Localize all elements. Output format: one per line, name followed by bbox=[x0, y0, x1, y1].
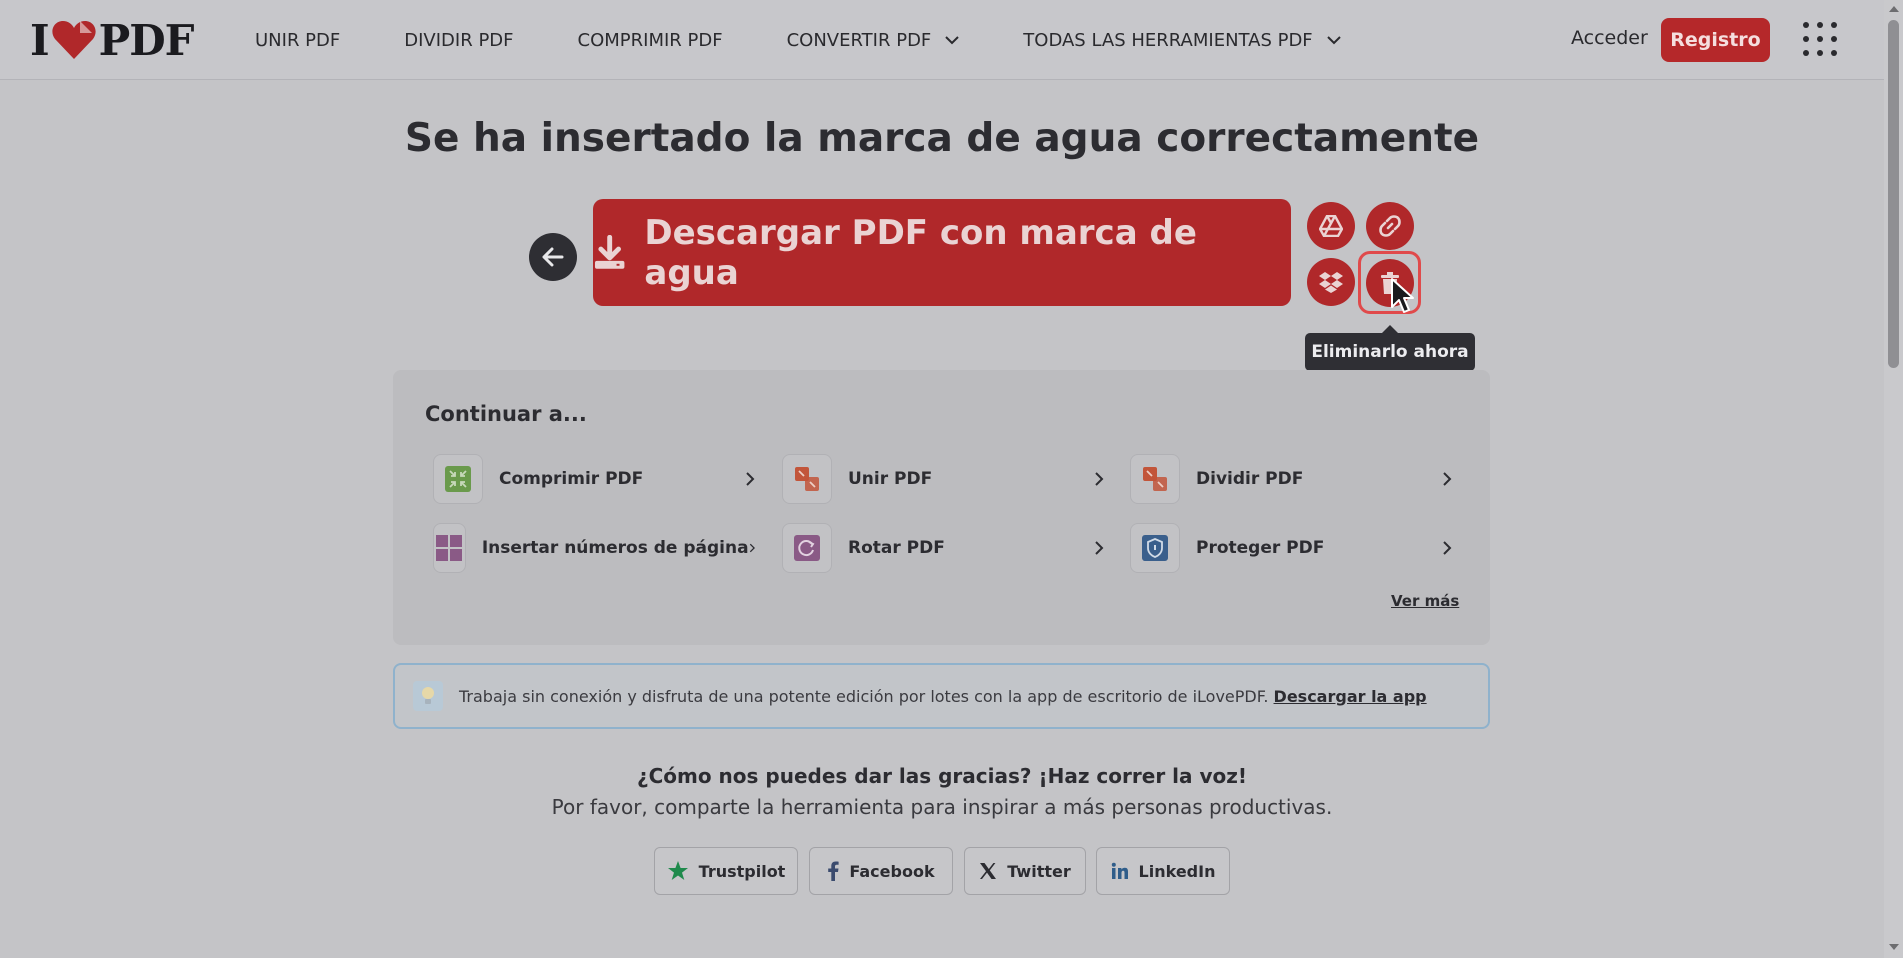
download-icon bbox=[594, 234, 625, 269]
apps-grid-icon[interactable] bbox=[1803, 22, 1837, 56]
chevron-right-icon bbox=[749, 543, 755, 553]
chevron-right-icon bbox=[1095, 472, 1104, 486]
trustpilot-button[interactable]: Trustpilot bbox=[654, 847, 798, 895]
share-heading: ¿Cómo nos puedes dar las gracias? ¡Haz c… bbox=[636, 764, 1247, 788]
share-label: Facebook bbox=[849, 861, 935, 881]
google-drive-icon bbox=[1319, 215, 1343, 237]
desktop-app-banner: Trabaja sin conexión y disfruta de una p… bbox=[393, 663, 1490, 729]
tool-dividir-pdf[interactable]: Dividir PDF bbox=[1130, 454, 1452, 504]
download-app-link[interactable]: Descargar la app bbox=[1274, 687, 1427, 706]
main-nav: UNIR PDF DIVIDIR PDF COMPRIMIR PDF CONVE… bbox=[255, 0, 1405, 80]
see-more-link[interactable]: Ver más bbox=[1391, 592, 1459, 610]
facebook-button[interactable]: Facebook bbox=[809, 847, 953, 895]
twitter-button[interactable]: Twitter bbox=[964, 847, 1086, 895]
share-label: Trustpilot bbox=[698, 861, 786, 881]
page-title: Se ha insertado la marca de agua correct… bbox=[404, 116, 1480, 161]
chevron-down-icon bbox=[945, 36, 959, 45]
tool-label: Dividir PDF bbox=[1196, 469, 1304, 489]
linkedin-icon bbox=[1111, 862, 1128, 879]
tool-label: Rotar PDF bbox=[848, 538, 945, 558]
page-numbers-icon bbox=[433, 523, 466, 573]
nav-unir-pdf[interactable]: UNIR PDF bbox=[255, 30, 340, 51]
nav-all-tools[interactable]: TODAS LAS HERRAMIENTAS PDF bbox=[1023, 29, 1341, 51]
nav-label: DIVIDIR PDF bbox=[404, 29, 514, 51]
download-button[interactable]: Descargar PDF con marca de agua bbox=[593, 199, 1291, 306]
nav-comprimir-pdf[interactable]: COMPRIMIR PDF bbox=[578, 30, 723, 51]
linkedin-button[interactable]: LinkedIn bbox=[1096, 847, 1230, 895]
tool-label: Insertar números de página bbox=[481, 538, 749, 558]
dropbox-button[interactable] bbox=[1307, 258, 1355, 306]
share-label: LinkedIn bbox=[1138, 861, 1216, 881]
logo-word: PDF bbox=[98, 15, 195, 65]
star-icon bbox=[667, 861, 688, 880]
compress-icon bbox=[433, 454, 483, 504]
split-icon bbox=[1130, 454, 1180, 504]
link-icon bbox=[1379, 215, 1401, 237]
google-drive-button[interactable] bbox=[1307, 202, 1355, 250]
login-link[interactable]: Acceder bbox=[1571, 27, 1648, 49]
lightbulb-icon bbox=[413, 681, 443, 711]
nav-label: CONVERTIR PDF bbox=[786, 29, 932, 51]
nav-dividir-pdf[interactable]: DIVIDIR PDF bbox=[404, 30, 513, 51]
ilovepdf-logo[interactable]: I PDF bbox=[30, 15, 195, 65]
delete-tooltip: Eliminarlo ahora bbox=[1305, 325, 1475, 371]
copy-link-button[interactable] bbox=[1366, 202, 1414, 250]
nav-label: UNIR PDF bbox=[255, 29, 341, 51]
tool-proteger-pdf[interactable]: Proteger PDF bbox=[1130, 523, 1452, 573]
mouse-cursor-icon bbox=[1391, 278, 1414, 313]
arrow-left-icon bbox=[542, 247, 564, 267]
banner-message: Trabaja sin conexión y disfruta de una p… bbox=[459, 686, 1269, 706]
tool-unir-pdf[interactable]: Unir PDF bbox=[782, 454, 1104, 504]
download-label: Descargar PDF con marca de agua bbox=[644, 212, 1197, 293]
register-button[interactable]: Registro bbox=[1661, 18, 1770, 62]
chevron-right-icon bbox=[1443, 472, 1452, 486]
banner-text: Trabaja sin conexión y disfruta de una p… bbox=[459, 687, 1427, 706]
rotate-icon bbox=[782, 523, 832, 573]
scroll-down-arrow-icon[interactable] bbox=[1889, 944, 1899, 950]
tool-label: Comprimir PDF bbox=[499, 469, 644, 489]
tool-label: Proteger PDF bbox=[1196, 538, 1325, 558]
heart-icon bbox=[52, 21, 96, 59]
chevron-right-icon bbox=[746, 472, 755, 486]
share-subtitle: Por favor, comparte la herramienta para … bbox=[551, 795, 1333, 819]
continue-card: Continuar a... Comprimir PDF Unir PDF Di… bbox=[393, 370, 1490, 645]
shield-icon bbox=[1130, 523, 1180, 573]
tool-label: Unir PDF bbox=[848, 469, 933, 489]
dropbox-icon bbox=[1319, 272, 1343, 293]
tool-comprimir-pdf[interactable]: Comprimir PDF bbox=[433, 454, 755, 504]
chevron-right-icon bbox=[1443, 541, 1452, 555]
tool-insertar-numeros[interactable]: Insertar números de página bbox=[433, 523, 755, 573]
scrollbar[interactable] bbox=[1884, 0, 1903, 958]
chevron-right-icon bbox=[1095, 541, 1104, 555]
facebook-icon bbox=[828, 861, 839, 881]
nav-label: TODAS LAS HERRAMIENTAS PDF bbox=[1023, 29, 1313, 51]
tool-rotar-pdf[interactable]: Rotar PDF bbox=[782, 523, 1104, 573]
nav-convertir-pdf[interactable]: CONVERTIR PDF bbox=[787, 30, 960, 51]
share-label: Twitter bbox=[1007, 861, 1071, 881]
scroll-thumb[interactable] bbox=[1888, 20, 1899, 368]
scroll-up-arrow-icon[interactable] bbox=[1889, 6, 1899, 12]
merge-icon bbox=[782, 454, 832, 504]
logo-letter: I bbox=[30, 15, 50, 65]
continue-title: Continuar a... bbox=[425, 402, 587, 426]
top-navbar: I PDF UNIR PDF DIVIDIR PDF COMPRIMIR PDF… bbox=[0, 0, 1884, 80]
x-twitter-icon bbox=[980, 863, 997, 879]
back-button[interactable] bbox=[529, 233, 577, 281]
chevron-down-icon bbox=[1326, 36, 1341, 45]
nav-label: COMPRIMIR PDF bbox=[577, 29, 723, 51]
